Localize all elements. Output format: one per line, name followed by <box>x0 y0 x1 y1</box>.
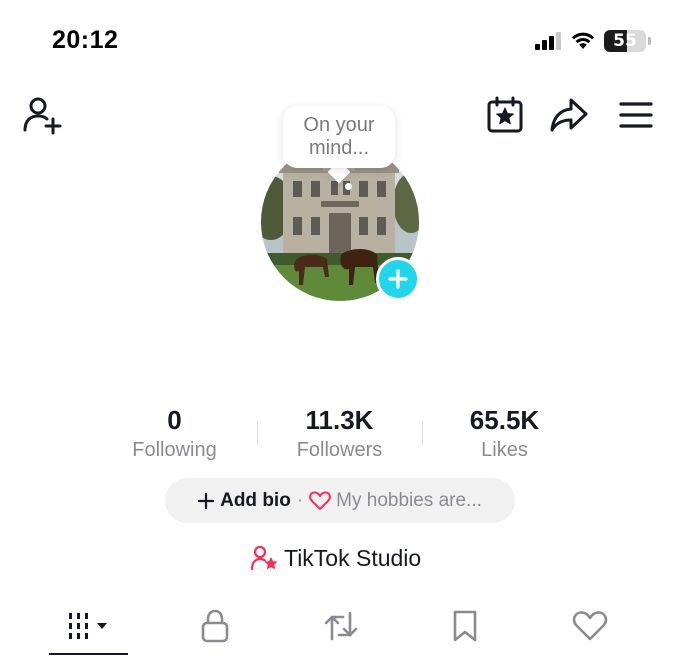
mind-bubble-text: On your mind... <box>303 114 375 159</box>
tab-favorites[interactable] <box>440 603 490 649</box>
add-friend-icon <box>23 97 62 135</box>
chevron-down-icon <box>96 623 107 629</box>
plus-icon <box>388 269 408 289</box>
stat-likes[interactable]: 65.5K Likes <box>422 405 587 467</box>
repost-icon <box>324 611 358 641</box>
share-arrow-icon <box>550 98 588 132</box>
stat-label: Likes <box>481 439 528 461</box>
add-friend-button[interactable] <box>22 94 64 136</box>
stat-followers[interactable]: 11.3K Followers <box>257 405 422 467</box>
mind-bubble[interactable]: On your mind... <box>283 106 395 168</box>
bio-hint: My hobbies are... <box>309 490 482 512</box>
stat-label: Followers <box>296 439 383 461</box>
calendar-button[interactable] <box>486 96 524 134</box>
profile-stats: 0 Following 11.3K Followers 65.5K Likes <box>92 405 587 467</box>
tab-reposts[interactable] <box>316 603 366 649</box>
share-button[interactable] <box>549 96 589 134</box>
profile-tab-bar <box>0 603 679 656</box>
status-time: 20:12 <box>52 26 119 54</box>
battery-level: 55 <box>613 31 637 51</box>
battery-icon: 55 <box>604 30 646 52</box>
calendar-star-icon <box>487 96 523 133</box>
menu-button[interactable] <box>617 98 655 132</box>
plus-icon <box>198 492 215 509</box>
heart-icon <box>309 490 332 510</box>
stat-value: 65.5K <box>469 405 540 435</box>
lock-icon <box>201 609 229 643</box>
battery-tip <box>648 37 651 45</box>
bio-separator: · <box>296 489 304 511</box>
person-star-icon <box>250 545 277 571</box>
tab-liked[interactable] <box>565 603 615 649</box>
bubble-dot <box>345 183 352 190</box>
stat-value: 11.3K <box>305 405 374 435</box>
tiktok-studio-label: TikTok Studio <box>284 544 422 571</box>
bio-add: Add bio <box>198 490 291 512</box>
stat-value: 0 <box>167 405 182 435</box>
add-bio-label: Add bio <box>220 489 291 511</box>
signal-bars-icon <box>535 32 561 50</box>
bio-hint-text: My hobbies are... <box>336 489 482 511</box>
add-bio-button[interactable]: Add bio · My hobbies are... <box>165 478 515 523</box>
hamburger-menu-icon <box>619 102 653 128</box>
wifi-icon <box>572 32 594 49</box>
add-avatar-button[interactable] <box>376 257 420 301</box>
stat-label: Following <box>132 439 217 461</box>
active-tab-indicator <box>49 653 128 655</box>
tab-videos[interactable] <box>49 603 128 649</box>
grid-bars-icon <box>68 613 107 639</box>
tiktok-studio-link[interactable]: TikTok Studio <box>250 544 421 572</box>
heart-icon <box>572 611 608 641</box>
bookmark-icon <box>453 610 477 642</box>
stat-following[interactable]: 0 Following <box>92 405 257 467</box>
status-icons: 55 <box>535 30 651 52</box>
tab-private[interactable] <box>190 603 240 649</box>
